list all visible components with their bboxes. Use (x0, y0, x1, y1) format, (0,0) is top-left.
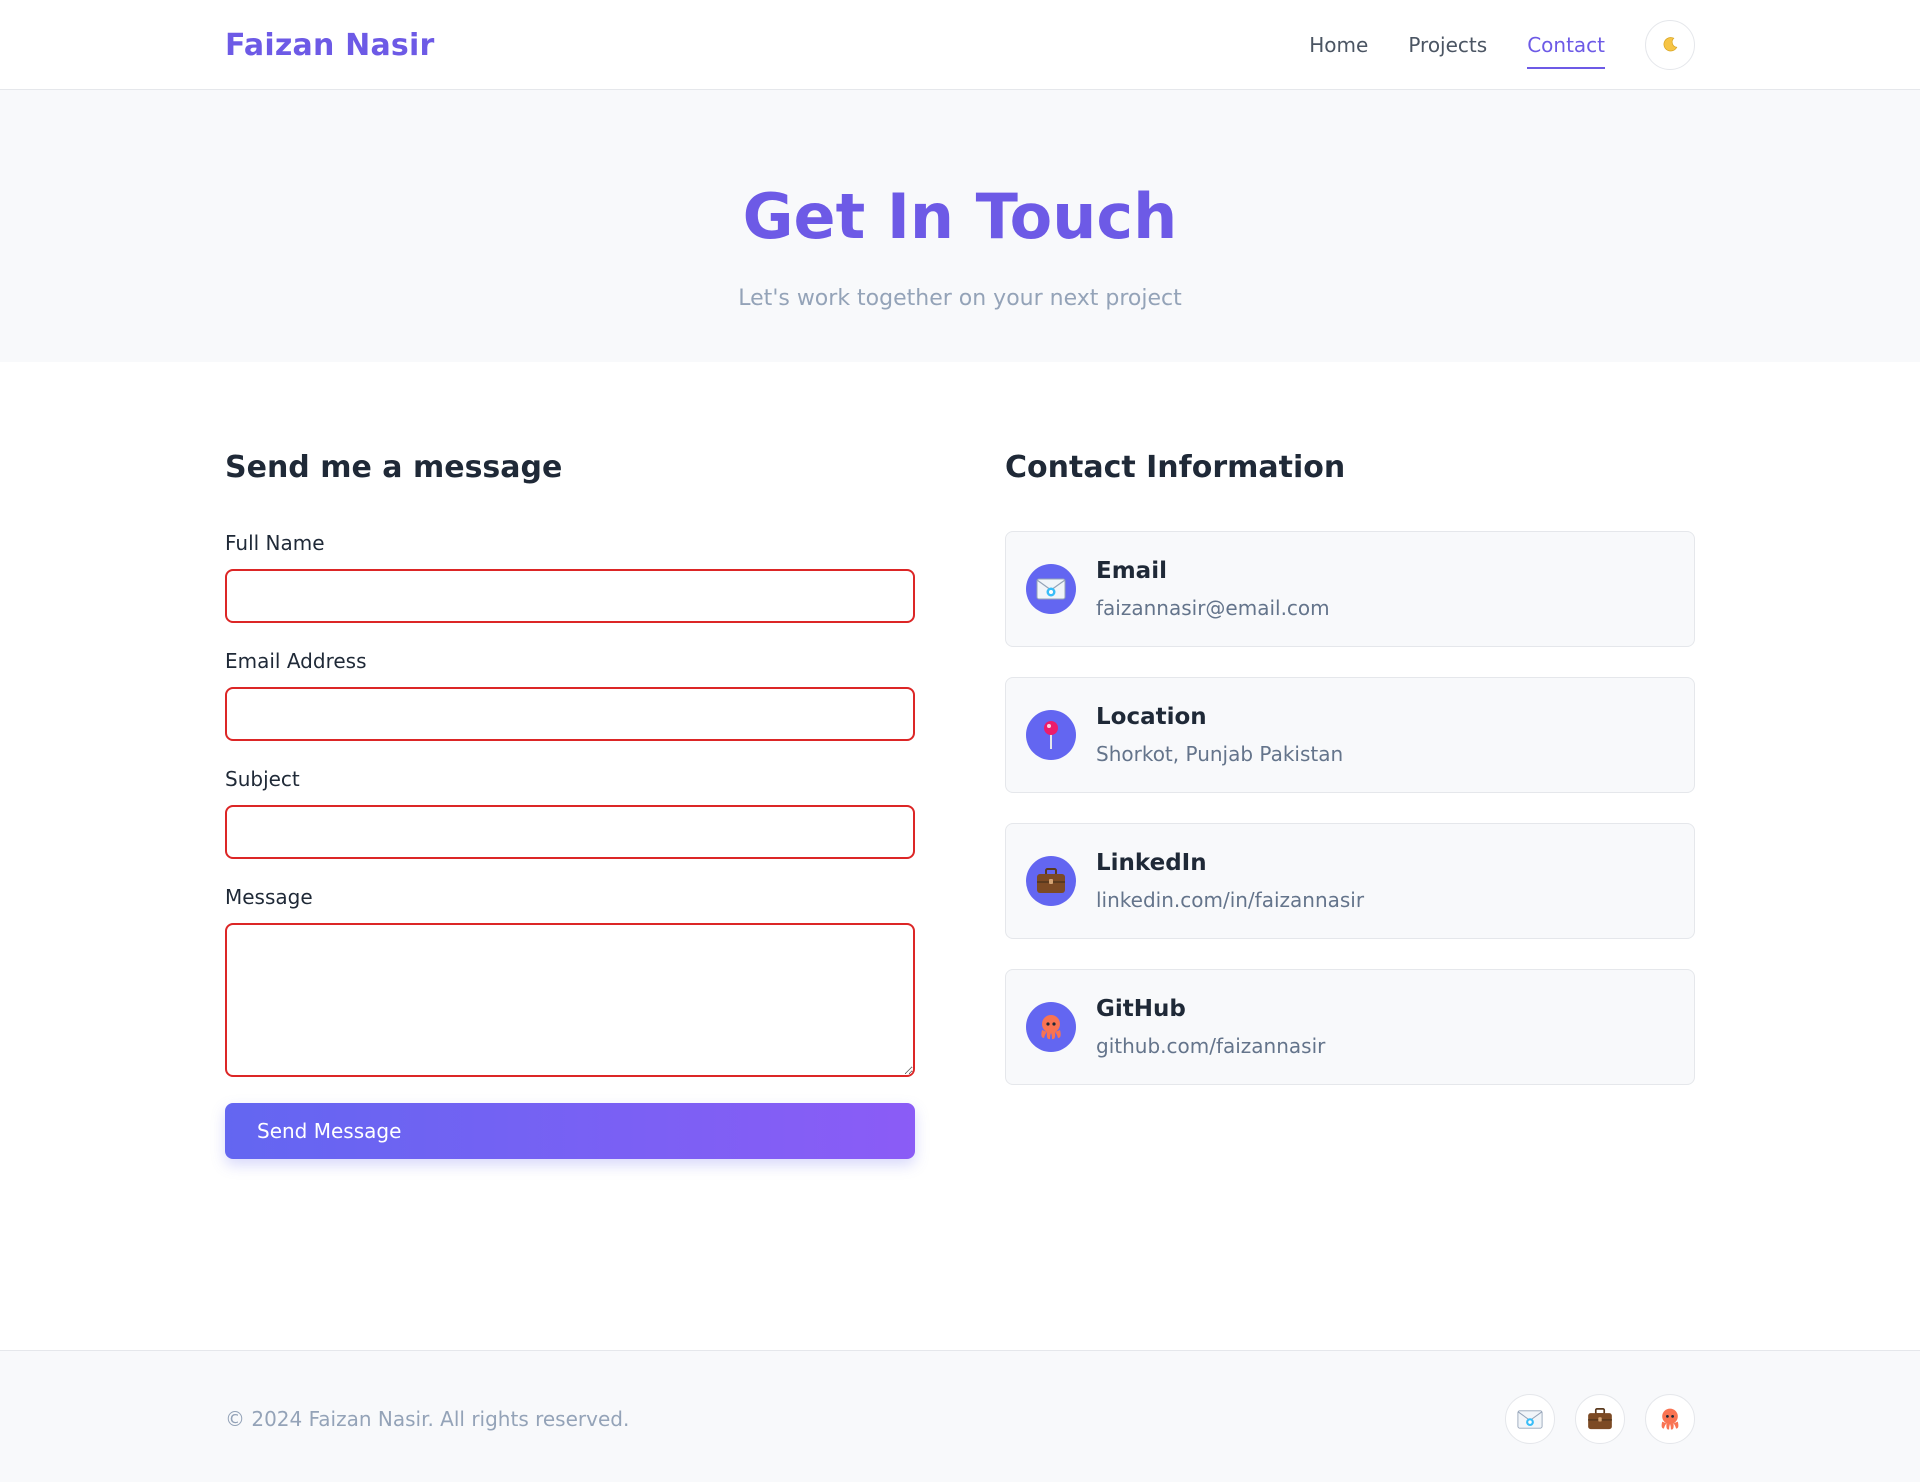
contact-card-text: GitHub github.com/faizannasir (1096, 996, 1325, 1058)
page-title: Get In Touch (742, 180, 1178, 253)
octopus-icon (1661, 1408, 1679, 1430)
footer-email-link[interactable] (1505, 1394, 1555, 1444)
briefcase-icon (1588, 1408, 1612, 1430)
contact-card-text: Email faizannasir@email.com (1096, 558, 1330, 620)
contact-form: Full Name Email Address Subject Message … (225, 531, 915, 1159)
full-name-input[interactable] (225, 569, 915, 623)
nav-home[interactable]: Home (1309, 25, 1368, 65)
contact-card-title: Email (1096, 558, 1167, 584)
envelope-icon (1026, 564, 1076, 614)
contact-cards: Email faizannasir@email.com Location Sho… (1005, 531, 1695, 1085)
email-label: Email Address (225, 649, 367, 673)
form-title: Send me a message (225, 450, 563, 485)
pushpin-icon (1026, 710, 1076, 760)
contact-card-text: LinkedIn linkedin.com/in/faizannasir (1096, 850, 1364, 912)
main-nav: Home Projects Contact (1269, 20, 1695, 70)
nav-contact[interactable]: Contact (1527, 25, 1605, 69)
briefcase-icon (1026, 856, 1076, 906)
theme-toggle-button[interactable] (1645, 20, 1695, 70)
full-name-field-group: Full Name (225, 531, 915, 623)
message-label: Message (225, 885, 313, 909)
email-field-group: Email Address (225, 649, 915, 741)
hero-section: Get In Touch Let's work together on your… (0, 90, 1920, 362)
contact-card-title: GitHub (1096, 996, 1186, 1022)
message-textarea[interactable] (225, 923, 915, 1077)
contact-card-text: Location Shorkot, Punjab Pakistan (1096, 704, 1343, 766)
subject-field-group: Subject (225, 767, 915, 859)
contact-form-column: Send me a message Full Name Email Addres… (225, 450, 915, 1159)
contact-card-title: Location (1096, 704, 1207, 730)
main-section: Send me a message Full Name Email Addres… (0, 362, 1920, 1159)
full-name-label: Full Name (225, 531, 325, 555)
contact-card-value: github.com/faizannasir (1096, 1034, 1326, 1058)
subject-input[interactable] (225, 805, 915, 859)
site-footer: © 2024 Faizan Nasir. All rights reserved… (0, 1350, 1920, 1482)
octopus-icon (1026, 1002, 1076, 1052)
footer-github-link[interactable] (1645, 1394, 1695, 1444)
contact-card-value: faizannasir@email.com (1096, 596, 1330, 620)
subject-label: Subject (225, 767, 300, 791)
social-links (1485, 1394, 1695, 1444)
message-field-group: Message (225, 885, 915, 1077)
contact-card-value: linkedin.com/in/faizannasir (1096, 888, 1365, 912)
moon-icon (1663, 37, 1678, 52)
contact-card-title: LinkedIn (1096, 850, 1207, 876)
contact-card-email[interactable]: Email faizannasir@email.com (1005, 531, 1695, 647)
brand-logo[interactable]: Faizan Nasir (225, 28, 434, 63)
site-header: Faizan Nasir Home Projects Contact (0, 0, 1920, 90)
page-subtitle: Let's work together on your next project (738, 286, 1182, 311)
contact-info-column: Contact Information Email faizannasir@em (1005, 450, 1695, 1159)
contact-card-value: Shorkot, Punjab Pakistan (1096, 742, 1344, 766)
copyright-text: © 2024 Faizan Nasir. All rights reserved… (225, 1407, 630, 1431)
nav-projects[interactable]: Projects (1408, 25, 1487, 65)
envelope-icon (1517, 1409, 1543, 1429)
contact-card-github[interactable]: GitHub github.com/faizannasir (1005, 969, 1695, 1085)
contact-card-linkedin[interactable]: LinkedIn linkedin.com/in/faizannasir (1005, 823, 1695, 939)
footer-linkedin-link[interactable] (1575, 1394, 1625, 1444)
email-input[interactable] (225, 687, 915, 741)
send-message-button[interactable]: Send Message (225, 1103, 915, 1159)
contact-card-location[interactable]: Location Shorkot, Punjab Pakistan (1005, 677, 1695, 793)
contact-info-title: Contact Information (1005, 450, 1346, 485)
